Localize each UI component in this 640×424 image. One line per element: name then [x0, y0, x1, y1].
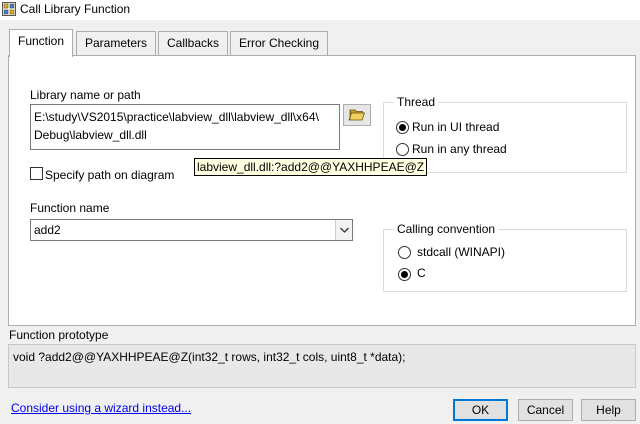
function-prototype-text: void ?add2@@YAXHHPEAE@Z(int32_t rows, in… — [13, 350, 406, 364]
library-path-label: Library name or path — [30, 88, 141, 102]
wizard-link[interactable]: Consider using a wizard instead... — [11, 401, 191, 415]
function-name-label: Function name — [30, 201, 110, 215]
run-in-any-thread-radio[interactable] — [396, 143, 409, 156]
specify-path-checkbox[interactable] — [30, 167, 43, 180]
c-convention-radio[interactable] — [398, 268, 411, 281]
library-path-line-1: E:\study\VS2015\practice\labview_dll\lab… — [34, 110, 319, 124]
folder-open-icon — [348, 109, 366, 121]
function-name-select[interactable]: add2 — [30, 219, 353, 241]
stdcall-label: stdcall (WINAPI) — [417, 245, 506, 259]
tab-callbacks[interactable]: Callbacks — [158, 31, 229, 55]
stdcall-radio[interactable] — [398, 246, 411, 259]
thread-group-title: Thread — [394, 95, 439, 109]
run-in-ui-thread-label: Run in UI thread — [412, 120, 500, 134]
library-tooltip: labview_dll.dll:?add2@@YAXHHPEAE@Z — [194, 158, 428, 176]
window-title: Call Library Function — [20, 2, 131, 16]
calling-convention-title: Calling convention — [394, 222, 499, 236]
library-path-line-2: Debug\labview_dll.dll — [34, 128, 147, 142]
run-in-ui-thread-radio[interactable] — [396, 121, 409, 134]
calling-convention-group: Calling convention — [383, 222, 627, 292]
chevron-down-icon[interactable] — [335, 220, 352, 240]
specify-path-label: Specify path on diagram — [45, 168, 175, 182]
function-prototype-box: void ?add2@@YAXHHPEAE@Z(int32_t rows, in… — [8, 344, 636, 388]
tab-error-checking[interactable]: Error Checking — [230, 31, 329, 55]
labview-call-library-icon — [2, 2, 16, 16]
tab-parameters[interactable]: Parameters — [76, 31, 157, 55]
function-name-value: add2 — [34, 223, 61, 237]
library-path-input[interactable]: E:\study\VS2015\practice\labview_dll\lab… — [30, 104, 340, 150]
browse-button[interactable] — [343, 104, 371, 126]
help-button[interactable]: Help — [581, 399, 636, 421]
ok-button[interactable]: OK — [453, 399, 508, 421]
run-in-any-thread-label: Run in any thread — [412, 142, 507, 156]
c-convention-label: C — [417, 266, 426, 280]
function-prototype-label: Function prototype — [9, 328, 109, 342]
tab-function[interactable]: Function — [9, 29, 74, 57]
cancel-button[interactable]: Cancel — [518, 399, 573, 421]
